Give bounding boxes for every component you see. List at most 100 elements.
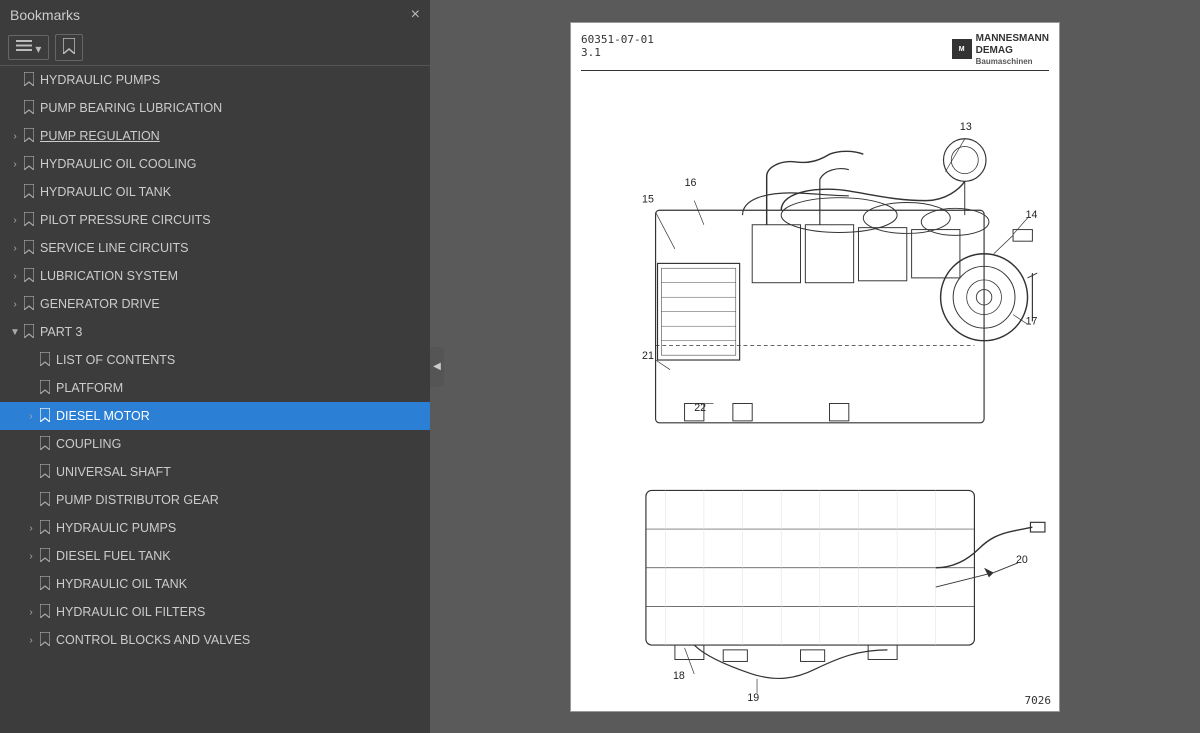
label-16: 16 (685, 177, 697, 189)
bookmark-item-control-blocks[interactable]: › CONTROL BLOCKS AND VALVES (0, 626, 430, 654)
bookmark-icon (40, 604, 50, 621)
chevron-icon: › (8, 243, 22, 254)
bookmark-item-generator-drive[interactable]: ›GENERATOR DRIVE (0, 290, 430, 318)
bookmark-item-lubrication[interactable]: › LUBRICATION SYSTEM (0, 262, 430, 290)
toolbar: ▾ (0, 30, 430, 66)
label-20: 20 (1016, 553, 1028, 565)
bookmark-label: HYDRAULIC OIL FILTERS (56, 605, 205, 619)
chevron-icon: › (24, 523, 38, 534)
bookmark-item-list-of-contents[interactable]: LIST OF CONTENTS (0, 346, 430, 374)
bookmark-item-coupling[interactable]: COUPLING (0, 430, 430, 458)
label-19: 19 (747, 692, 759, 703)
bookmark-label: HYDRAULIC OIL COOLING (40, 157, 197, 171)
chevron-icon: ▼ (8, 327, 22, 338)
bookmark-item-pilot-pressure[interactable]: › PILOT PRESSURE CIRCUITS (0, 206, 430, 234)
document-page: 60351-07-01 3.1 M MANNESMANN DEMAG Bauma… (570, 22, 1060, 712)
bookmark-icon (24, 128, 34, 145)
brand-name-2: DEMAG (976, 45, 1049, 57)
chevron-icon: › (8, 131, 22, 142)
page-reference: 60351-07-01 3.1 (581, 33, 654, 59)
bookmark-label: PART 3 (40, 325, 82, 339)
page-number: 7026 (1025, 694, 1052, 707)
panel-title: Bookmarks (10, 7, 80, 23)
bookmark-icon (40, 436, 50, 453)
bookmark-item-pump-bearing[interactable]: PUMP BEARING LUBRICATION (0, 94, 430, 122)
chevron-icon: › (8, 215, 22, 226)
bookmark-icon (24, 100, 34, 117)
chevron-icon: › (24, 607, 38, 618)
label-15: 15 (642, 193, 654, 205)
brand-logo-box: M (952, 39, 972, 59)
bookmark-item-pump-distributor[interactable]: PUMP DISTRIBUTOR GEAR (0, 486, 430, 514)
bookmark-label: CONTROL BLOCKS AND VALVES (56, 633, 250, 647)
bookmark-item-platform[interactable]: PLATFORM (0, 374, 430, 402)
bookmark-label: PILOT PRESSURE CIRCUITS (40, 213, 211, 227)
bookmark-item-diesel-fuel-tank[interactable]: › DIESEL FUEL TANK (0, 542, 430, 570)
bookmark-icon (24, 268, 34, 285)
label-21: 21 (642, 350, 654, 362)
bookmark-icon (40, 464, 50, 481)
bookmark-icon (40, 548, 50, 565)
bookmark-label: HYDRAULIC PUMPS (56, 521, 176, 535)
bookmark-item-diesel-motor[interactable]: ›DIESEL MOTOR (0, 402, 430, 430)
bookmark-item-hydraulic-oil-tank-2[interactable]: HYDRAULIC OIL TANK (0, 570, 430, 598)
upper-diagram (656, 138, 1038, 422)
bookmark-item-hydraulic-oil-filters[interactable]: › HYDRAULIC OIL FILTERS (0, 598, 430, 626)
bookmark-label: SERVICE LINE CIRCUITS (40, 241, 188, 255)
label-13: 13 (960, 121, 972, 133)
bookmark-icon (40, 352, 50, 369)
document-view: 60351-07-01 3.1 M MANNESMANN DEMAG Bauma… (430, 0, 1200, 733)
bookmark-icon (40, 520, 50, 537)
bookmark-label: LIST OF CONTENTS (56, 353, 175, 367)
bookmark-icon (24, 184, 34, 201)
bookmark-list[interactable]: HYDRAULIC PUMPS PUMP BEARING LUBRICATION ›… (0, 66, 430, 733)
bookmark-item-hydraulic-pumps-3[interactable]: HYDRAULIC PUMPS (0, 66, 430, 94)
bookmark-label: DIESEL FUEL TANK (56, 549, 171, 563)
label-17: 17 (1026, 315, 1038, 327)
bookmark-item-universal-shaft[interactable]: UNIVERSAL SHAFT (0, 458, 430, 486)
chevron-icon: › (8, 299, 22, 310)
lower-diagram (646, 490, 1045, 693)
brand-name-3: Baumaschinen (976, 57, 1049, 66)
brand-logo: M MANNESMANN DEMAG Baumaschinen (952, 33, 1049, 66)
bookmark-icon (24, 156, 34, 173)
technical-diagram: 13 14 15 16 17 21 22 20 18 19 (581, 75, 1049, 703)
bookmark-label: LUBRICATION SYSTEM (40, 269, 178, 283)
bookmark-icon (24, 240, 34, 257)
bookmark-label: PUMP DISTRIBUTOR GEAR (56, 493, 219, 507)
bookmark-label: COUPLING (56, 437, 121, 451)
bookmark-item-service-line[interactable]: › SERVICE LINE CIRCUITS (0, 234, 430, 262)
label-22: 22 (694, 402, 706, 414)
bookmark-icon (40, 408, 50, 425)
bookmark-icon (24, 324, 34, 341)
label-18: 18 (673, 669, 685, 681)
bookmark-label: HYDRAULIC OIL TANK (40, 185, 171, 199)
bookmark-label: PUMP REGULATION (40, 129, 160, 143)
page-header: 60351-07-01 3.1 M MANNESMANN DEMAG Bauma… (581, 33, 1049, 71)
bookmark-label: PLATFORM (56, 381, 123, 395)
close-button[interactable]: × (411, 6, 420, 24)
bookmark-icon (40, 380, 50, 397)
diagram-area: 13 14 15 16 17 21 22 20 18 19 (581, 75, 1049, 703)
chevron-icon: › (24, 635, 38, 646)
bookmark-icon (24, 212, 34, 229)
bookmark-label: HYDRAULIC PUMPS (40, 73, 160, 87)
bookmark-label: PUMP BEARING LUBRICATION (40, 101, 222, 115)
bookmark-icon (40, 632, 50, 649)
bookmark-item-part-3[interactable]: ▼ PART 3 (0, 318, 430, 346)
bookmark-label: UNIVERSAL SHAFT (56, 465, 171, 479)
bookmark-item-hydraulic-oil-cooling[interactable]: › HYDRAULIC OIL COOLING (0, 150, 430, 178)
bookmark-item-pump-regulation[interactable]: › PUMP REGULATION (0, 122, 430, 150)
toolbar-list-btn[interactable]: ▾ (8, 35, 49, 60)
bookmark-label: DIESEL MOTOR (56, 409, 150, 423)
bookmark-icon (24, 296, 34, 313)
chevron-icon: › (8, 159, 22, 170)
collapse-panel-button[interactable]: ◀ (430, 347, 444, 387)
label-14: 14 (1026, 208, 1038, 220)
chevron-icon: › (8, 271, 22, 282)
chevron-icon: › (24, 551, 38, 562)
bookmark-item-hydraulic-oil-tank-1[interactable]: HYDRAULIC OIL TANK (0, 178, 430, 206)
bookmark-item-hydraulic-pumps-2[interactable]: › HYDRAULIC PUMPS (0, 514, 430, 542)
toolbar-bookmark-btn[interactable] (55, 34, 83, 61)
bookmark-label: HYDRAULIC OIL TANK (56, 577, 187, 591)
